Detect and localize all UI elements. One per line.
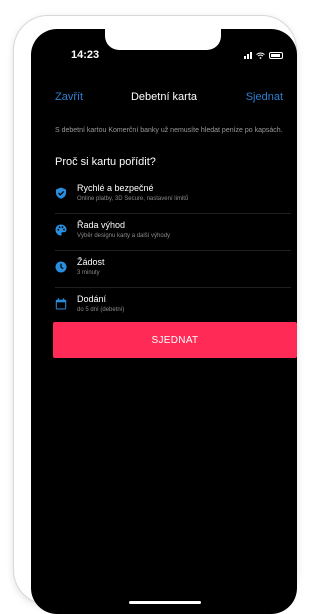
feature-item-delivery: Dodání do 5 dní (debetní) [55,290,291,325]
feature-subtitle: Online platby, 3D Secure, nastavení limi… [77,196,189,202]
clock-icon [55,261,67,273]
palette-icon [55,224,67,236]
feature-item-application: Žádost 3 minuty [55,253,291,288]
app-screen: 14:23 Zavřít Debetní karta Sjednat S deb… [31,29,297,614]
order-button[interactable]: SJEDNAT [53,322,297,358]
feature-title: Dodání [77,294,107,304]
shield-check-icon [56,187,66,199]
section-title: Proč si kartu pořídit? [55,156,156,168]
feature-subtitle: do 5 dní (debetní) [77,307,125,313]
feature-title: Řada výhod [77,220,126,230]
status-icons [244,51,283,59]
feature-title: Žádost [77,257,105,267]
wifi-icon [256,52,265,59]
intro-text: S debetní kartou Komerční banky už nemus… [55,127,283,134]
feature-list: Rychlé a bezpečné Online platby, 3D Secu… [55,179,291,327]
battery-icon [269,51,283,59]
feature-subtitle: 3 minuty [77,270,100,276]
feature-item-benefits: Řada výhod Výběr designu karty a další v… [55,216,291,251]
feature-item-secure: Rychlé a bezpečné Online platby, 3D Secu… [55,179,291,214]
feature-title: Rychlé a bezpečné [77,183,154,193]
navigation-bar: Zavřít Debetní karta Sjednat [31,91,297,111]
order-link[interactable]: Sjednat [246,91,283,103]
status-time: 14:23 [71,49,100,61]
signal-icon [244,51,252,59]
calendar-icon [55,298,67,310]
status-bar: 14:23 [31,29,297,61]
home-indicator[interactable] [129,601,201,604]
feature-subtitle: Výběr designu karty a další výhody [77,233,171,239]
phone-frame: 14:23 Zavřít Debetní karta Sjednat S deb… [14,16,297,614]
